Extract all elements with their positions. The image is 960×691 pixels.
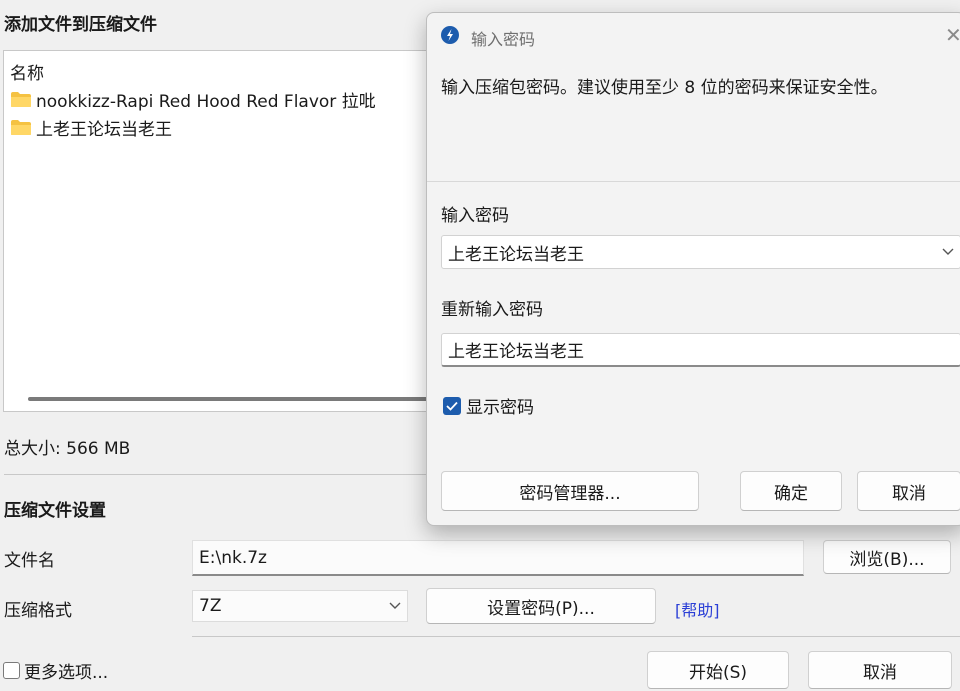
section-title: 压缩文件设置 — [4, 501, 106, 521]
reenter-password-input[interactable]: 上老王论坛当老王 — [441, 333, 960, 367]
reenter-password-value: 上老王论坛当老王 — [448, 342, 584, 362]
password-value: 上老王论坛当老王 — [448, 244, 584, 265]
checkbox-box[interactable] — [3, 662, 20, 679]
window-title: 添加文件到压缩文件 — [4, 15, 157, 35]
filename-input[interactable]: E:\nk.7z — [192, 540, 804, 576]
format-label: 压缩格式 — [4, 601, 72, 621]
app-icon — [441, 26, 459, 44]
password-manager-button[interactable]: 密码管理器... — [441, 471, 699, 511]
format-value: 7Z — [199, 596, 222, 616]
divider — [427, 181, 960, 182]
cancel-button[interactable]: 取消 — [808, 651, 952, 689]
show-password-label: 显示密码 — [466, 398, 534, 418]
file-name: nookkizz-Rapi Red Hood Red Flavor 拉吡 — [36, 91, 376, 112]
dialog-description: 输入压缩包密码。建议使用至少 8 位的密码来保证安全性。 — [441, 78, 888, 98]
divider — [192, 636, 960, 637]
format-select[interactable]: 7Z — [192, 590, 408, 622]
help-link[interactable]: [帮助] — [675, 597, 720, 621]
list-item[interactable]: 上老王论坛当老王 — [10, 115, 172, 140]
filename-label: 文件名 — [4, 551, 55, 571]
start-button[interactable]: 开始(S) — [647, 651, 789, 689]
more-options-checkbox[interactable]: 更多选项... — [3, 658, 108, 683]
chevron-down-icon — [389, 602, 401, 609]
password-combobox[interactable]: 上老王论坛当老王 — [441, 235, 960, 269]
browse-button[interactable]: 浏览(B)... — [823, 540, 951, 574]
folder-icon — [10, 91, 32, 108]
check-icon[interactable] — [443, 396, 461, 415]
reenter-password-label: 重新输入密码 — [441, 300, 543, 320]
total-size: 总大小: 566 MB — [4, 439, 131, 459]
folder-icon — [10, 119, 32, 136]
ok-button[interactable]: 确定 — [740, 471, 842, 511]
column-header-name[interactable]: 名称 — [10, 59, 44, 84]
list-item[interactable]: nookkizz-Rapi Red Hood Red Flavor 拉吡 — [10, 87, 376, 112]
close-icon[interactable]: ✕ — [945, 23, 960, 47]
set-password-button[interactable]: 设置密码(P)... — [426, 588, 656, 624]
password-dialog: 输入密码 ✕ 输入压缩包密码。建议使用至少 8 位的密码来保证安全性。 输入密码… — [426, 12, 960, 526]
file-list[interactable]: 名称 nookkizz-Rapi Red Hood Red Flavor 拉吡 … — [3, 50, 443, 412]
password-label: 输入密码 — [441, 206, 509, 226]
horizontal-scrollbar[interactable] — [28, 397, 438, 401]
filename-value: E:\nk.7z — [199, 547, 267, 568]
more-options-label: 更多选项... — [24, 663, 109, 683]
dialog-title: 输入密码 — [471, 30, 536, 49]
file-name: 上老王论坛当老王 — [36, 119, 172, 140]
chevron-down-icon[interactable] — [942, 248, 954, 256]
dialog-cancel-button[interactable]: 取消 — [857, 471, 960, 511]
show-password-checkbox[interactable]: 显示密码 — [443, 393, 534, 418]
